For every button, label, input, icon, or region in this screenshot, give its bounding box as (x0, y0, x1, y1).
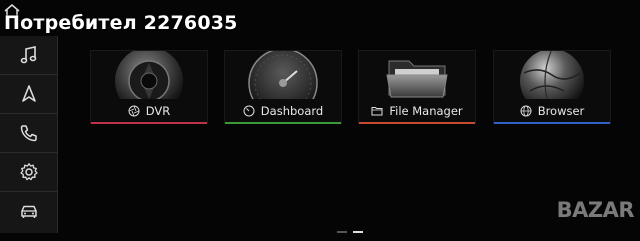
browser-app-artwork (520, 51, 584, 99)
music-note-icon (20, 46, 36, 64)
tile-accent-bar (225, 122, 341, 124)
sidebar-item-settings[interactable] (0, 153, 57, 192)
globe-icon (520, 105, 532, 117)
dvr-app-artwork (115, 51, 183, 99)
app-tile-file-manager[interactable]: File Manager (358, 50, 476, 124)
pager-dot-1[interactable] (337, 231, 347, 233)
sidebar-item-car[interactable] (0, 192, 57, 230)
app-label-browser: Browser (537, 104, 585, 118)
navigation-arrow-icon (21, 85, 36, 102)
sidebar-item-navigation[interactable] (0, 75, 57, 114)
dashboard-app-artwork (248, 51, 318, 99)
app-label-file-manager: File Manager (389, 104, 463, 118)
tile-accent-bar (494, 122, 610, 124)
gear-icon (19, 163, 38, 181)
app-label-dashboard: Dashboard (260, 104, 324, 118)
tile-accent-bar (359, 122, 475, 124)
speedometer-icon (243, 105, 255, 117)
camera-aperture-icon (128, 105, 140, 117)
sidebar-item-music[interactable] (0, 36, 57, 75)
phone-icon (20, 125, 37, 142)
app-tile-dashboard[interactable]: Dashboard (224, 50, 342, 124)
file-manager-app-artwork (386, 60, 448, 98)
folder-icon (371, 107, 383, 116)
car-icon (20, 205, 37, 218)
app-tile-browser[interactable]: Browser (493, 50, 611, 124)
app-tile-dvr[interactable]: DVR (90, 50, 208, 124)
bazar-watermark-logo: BAZAR (556, 198, 635, 222)
sidebar-item-phone[interactable] (0, 114, 57, 153)
sidebar (0, 36, 58, 233)
user-watermark: Потребител 2276035 (4, 12, 238, 34)
app-label-dvr: DVR (145, 104, 171, 118)
pager-dot-2-active[interactable] (353, 231, 363, 233)
tile-accent-bar (91, 122, 207, 124)
